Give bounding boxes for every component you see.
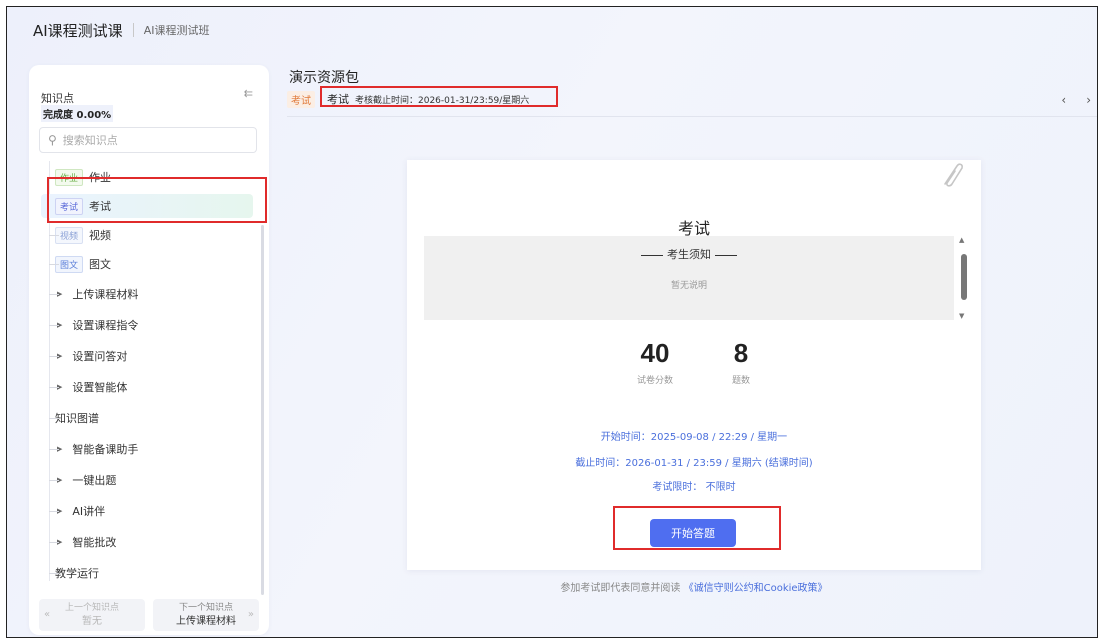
next-resource-icon[interactable]: › xyxy=(1086,93,1091,107)
completion-progress: 完成度 0.00% xyxy=(41,105,114,122)
tree-item-teaching-ops[interactable]: 教学运行 xyxy=(41,561,253,585)
resource-pager: ‹ › xyxy=(1061,93,1091,107)
agreement-text: 参加考试即代表同意并阅读 《诚信守则公约和Cookie政策》 xyxy=(560,583,828,594)
tree-item-label: 视频 xyxy=(89,229,112,242)
tree-item-label: AI讲伴 xyxy=(72,505,106,518)
scroll-thumb[interactable] xyxy=(961,254,967,300)
tree-item-label: 设置课程指令 xyxy=(72,319,139,332)
tree-item-ai-companion[interactable]: ▶ AI讲伴 xyxy=(41,499,253,523)
start-exam-button[interactable]: 开始答题 xyxy=(650,519,736,547)
search-box[interactable]: ⚲ xyxy=(39,127,257,153)
exam-notice: 考生须知 暂无说明 xyxy=(424,236,954,320)
class-name[interactable]: AI课程测试班 xyxy=(144,22,210,38)
article-tag: 图文 xyxy=(55,255,84,273)
tree-item-label: 设置问答对 xyxy=(72,350,128,363)
app-window: AI课程测试课 AI课程测试班 知识点 ⇇ 完成度 0.00% ⚲ 作业 作业 … xyxy=(6,6,1098,638)
scroll-down-icon[interactable]: ▼ xyxy=(959,312,964,320)
question-count-label: 题数 xyxy=(731,376,750,386)
notice-scrollbar[interactable]: ▲ ▼ xyxy=(958,236,970,320)
tree-item-label: 智能批改 xyxy=(72,536,117,549)
exam-deadline: 考核截止时间：2026-01-31/23:59/星期六 xyxy=(355,95,530,106)
tree-item-label: 作业 xyxy=(89,171,112,184)
tree-item-label: 一键出题 xyxy=(72,474,117,487)
header-divider xyxy=(287,116,1097,117)
next-knowledge-button[interactable]: » 下一个知识点 上传课程材料 xyxy=(153,599,259,631)
divider xyxy=(132,23,134,37)
exam-name: 考试 xyxy=(327,93,349,106)
knowledge-nav: « 上一个知识点 暂无 » 下一个知识点 上传课程材料 xyxy=(39,599,259,631)
sidebar-scrollbar[interactable] xyxy=(261,225,264,595)
sidebar-header: 知识点 ⇇ 完成度 0.00% xyxy=(41,87,257,122)
end-time: 截止时间：2026-01-31 / 23:59 / 星期六 (结课时间) xyxy=(575,458,813,469)
type-tag: 考试 xyxy=(287,90,315,108)
exam-card: 考试 考生须知 暂无说明 ▲ ▼ 40 试卷分数 8 题数 开始时间：2025-… xyxy=(407,160,981,570)
notice-title: 考生须知 xyxy=(424,246,954,262)
score-label: 试卷分数 xyxy=(636,376,673,386)
start-time: 开始时间：2025-09-08 / 22:29 / 星期一 xyxy=(600,432,788,443)
homework-tag: 作业 xyxy=(55,168,84,186)
tree-item-smart-grading[interactable]: ▶ 智能批改 xyxy=(41,530,253,554)
tree-item-label: 上传课程材料 xyxy=(72,288,139,301)
tree-item-label: 图文 xyxy=(89,258,112,271)
policy-link[interactable]: 《诚信守则公约和Cookie政策》 xyxy=(684,583,828,594)
tree-item-knowledge-graph[interactable]: 知识图谱 xyxy=(41,406,253,430)
question-count-stat: 8 题数 xyxy=(691,338,791,386)
prev-knowledge-button[interactable]: « 上一个知识点 暂无 xyxy=(39,599,145,631)
search-icon: ⚲ xyxy=(48,133,57,147)
tree-item-upload-materials[interactable]: ▶ 上传课程材料 xyxy=(41,282,253,306)
tree-item-lesson-assistant[interactable]: ▶ 智能备课助手 xyxy=(41,437,253,461)
tree-item-article[interactable]: 图文 图文 xyxy=(41,252,253,276)
time-limit: 考试限时： 不限时 xyxy=(652,482,736,493)
score-value: 40 xyxy=(640,338,670,368)
top-bar: AI课程测试课 AI课程测试班 xyxy=(7,7,1097,53)
course-title[interactable]: AI课程测试课 xyxy=(33,20,123,41)
tree-item-label: 智能备课助手 xyxy=(72,443,139,456)
tree-item-label: 教学运行 xyxy=(55,567,99,580)
tree-item-generate-questions[interactable]: ▶ 一键出题 xyxy=(41,468,253,492)
score-stat: 40 试卷分数 xyxy=(605,338,705,386)
scroll-up-icon[interactable]: ▲ xyxy=(959,236,964,244)
exam-tag: 考试 xyxy=(55,197,84,215)
tree-item-label: 设置智能体 xyxy=(72,381,128,394)
chevron-right-icon: » xyxy=(247,609,254,620)
tree-item-label: 知识图谱 xyxy=(55,412,99,425)
page-title: 演示资源包 xyxy=(289,70,359,86)
collapse-sidebar-icon[interactable]: ⇇ xyxy=(244,87,253,100)
tree-item-label: 考试 xyxy=(89,200,112,213)
tree-item-video[interactable]: 视频 视频 xyxy=(41,223,253,247)
tree-item-qa-pairs[interactable]: ▶ 设置问答对 xyxy=(41,344,253,368)
paperclip-icon xyxy=(944,163,963,187)
chevron-left-icon: « xyxy=(44,609,51,620)
tree-item-course-instructions[interactable]: ▶ 设置课程指令 xyxy=(41,313,253,337)
search-input[interactable] xyxy=(62,133,233,147)
question-count-value: 8 xyxy=(733,338,749,368)
resource-header: 考试 考试 考核截止时间：2026-01-31/23:59/星期六 xyxy=(287,89,529,109)
notice-body: 暂无说明 xyxy=(670,281,707,291)
tree-item-agent[interactable]: ▶ 设置智能体 xyxy=(41,375,253,399)
knowledge-sidebar: 知识点 ⇇ 完成度 0.00% ⚲ 作业 作业 考试 考试 视频 视频 xyxy=(29,65,269,635)
tree-item-homework[interactable]: 作业 作业 xyxy=(41,165,253,189)
video-tag: 视频 xyxy=(55,226,84,244)
prev-resource-icon[interactable]: ‹ xyxy=(1061,93,1066,107)
sidebar-title: 知识点 xyxy=(41,92,74,105)
knowledge-tree: 作业 作业 考试 考试 视频 视频 图文 图文 ▶ 上传课程材料 ▶ 设置课程指… xyxy=(29,161,261,581)
tree-item-exam[interactable]: 考试 考试 xyxy=(41,194,253,218)
